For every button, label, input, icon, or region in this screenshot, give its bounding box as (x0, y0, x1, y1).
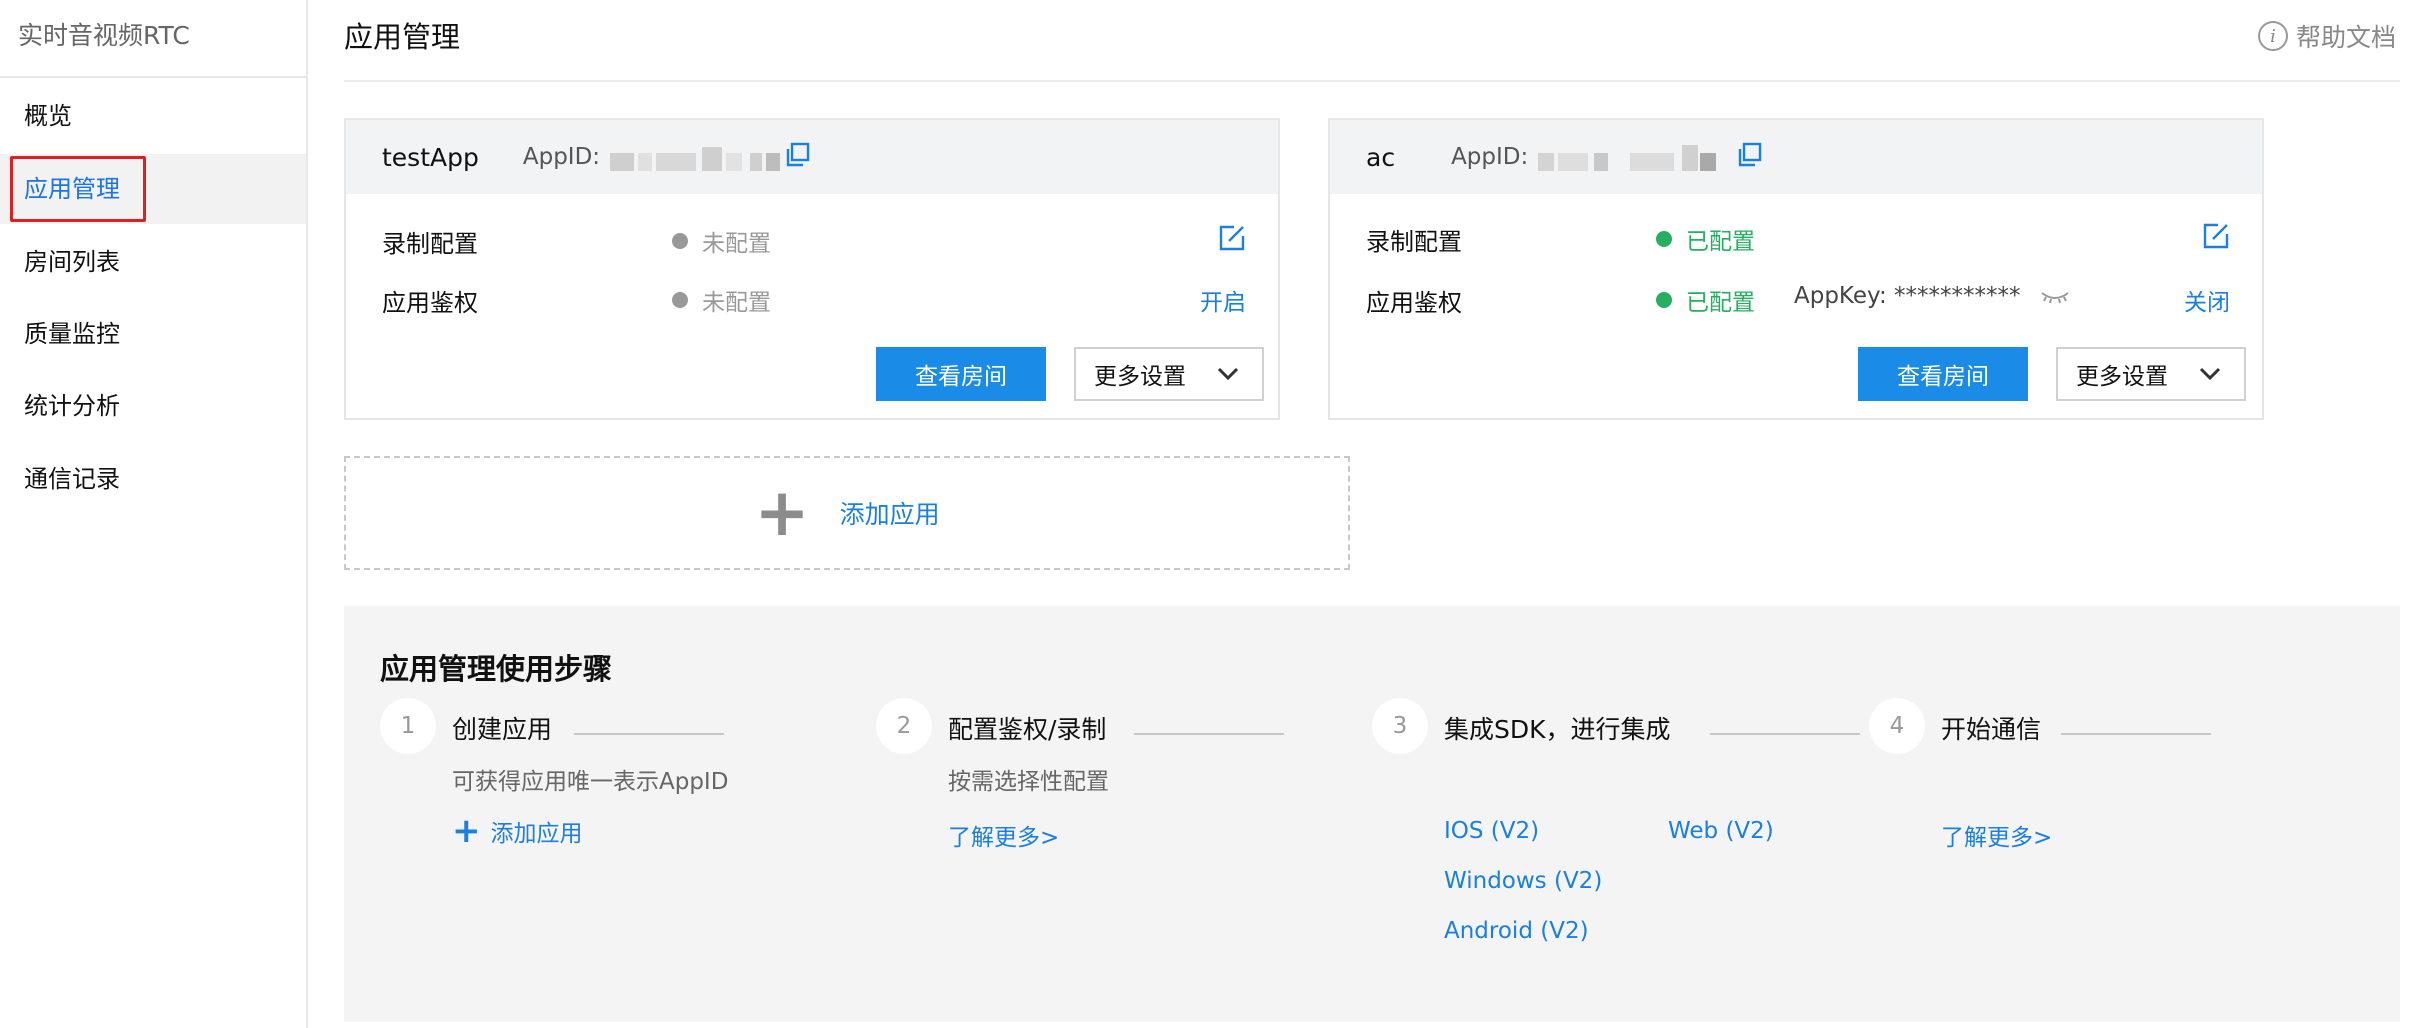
step-number: 3 (1372, 698, 1428, 754)
record-config-label: 录制配置 (1366, 228, 1462, 256)
disable-auth-link[interactable]: 关闭 (2184, 283, 2230, 317)
status-dot (672, 233, 688, 249)
step-title: 配置鉴权/录制 (948, 715, 1107, 744)
copy-icon[interactable] (1736, 142, 1762, 168)
more-settings-label: 更多设置 (1094, 364, 1186, 390)
sidebar-divider (0, 76, 306, 78)
app-card-header: testApp AppID: (346, 120, 1278, 194)
record-config-label: 录制配置 (382, 230, 478, 258)
auth-status-text: 未配置 (702, 290, 771, 316)
plus-icon: + (452, 811, 481, 851)
auth-status-text: 已配置 (1686, 290, 1755, 316)
edit-icon[interactable] (1218, 224, 1246, 252)
add-app-button[interactable]: + 添加应用 (344, 456, 1350, 570)
help-docs-label: 帮助文档 (2295, 23, 2396, 52)
step-connector (1134, 733, 1284, 735)
eye-closed-icon[interactable] (2040, 288, 2070, 306)
app-auth-label: 应用鉴权 (1366, 289, 1462, 317)
step-connector (1710, 733, 1860, 735)
step-number: 4 (1869, 698, 1925, 754)
appid-masked-value (1534, 143, 1718, 171)
sidebar: 实时音视频RTC 概览 应用管理 房间列表 质量监控 统计分析 通信记录 (0, 0, 308, 1028)
step-connector (2061, 733, 2211, 735)
learn-more-link[interactable]: 了解更多> (948, 818, 1059, 852)
appid-masked-value (606, 143, 790, 171)
view-rooms-button[interactable]: 查看房间 (1858, 347, 2028, 401)
add-app-step-label: 添加应用 (490, 821, 583, 847)
chevron-down-icon (1217, 367, 1239, 381)
windows-sdk-link[interactable]: Windows (V2) (1444, 868, 1602, 894)
android-sdk-link[interactable]: Android (V2) (1444, 918, 1589, 944)
app-name: ac (1366, 142, 1396, 172)
add-app-label: 添加应用 (839, 500, 940, 529)
sidebar-item-quality-monitor[interactable]: 质量监控 (0, 299, 306, 369)
more-settings-label: 更多设置 (2076, 364, 2168, 390)
app-card-header: ac AppID: (1330, 120, 2262, 194)
appid-label: AppID: (1451, 144, 1529, 170)
auth-status: 已配置 (1656, 283, 1755, 317)
step-title: 开始通信 (1941, 715, 2042, 744)
view-rooms-button[interactable]: 查看房间 (876, 347, 1046, 401)
app-card-testapp: testApp AppID: 录制配置 未配置 应用鉴权 未配置 开启 查看房间… (344, 118, 1280, 420)
record-status-text: 未配置 (702, 231, 771, 257)
enable-auth-link[interactable]: 开启 (1200, 283, 1246, 317)
record-status: 未配置 (672, 224, 771, 258)
sidebar-item-room-list[interactable]: 房间列表 (0, 227, 306, 297)
status-dot (1656, 292, 1672, 308)
header-divider (344, 80, 2400, 82)
app-card-ac: ac AppID: 录制配置 已配置 应用鉴权 已配置 AppKey: ****… (1328, 118, 2264, 420)
record-status: 已配置 (1656, 222, 1755, 256)
info-circle-icon: i (2257, 21, 2288, 51)
highlight-box (10, 156, 146, 222)
appkey-masked: AppKey: *********** (1794, 283, 2021, 309)
edit-icon[interactable] (2202, 222, 2230, 250)
step-desc: 可获得应用唯一表示AppID (452, 769, 729, 795)
learn-more-link[interactable]: 了解更多> (1941, 818, 2052, 852)
ios-sdk-link[interactable]: IOS (V2) (1444, 818, 1539, 844)
usage-steps-panel: 应用管理使用步骤 1 创建应用 可获得应用唯一表示AppID + 添加应用 2 … (344, 606, 2400, 1022)
record-status-text: 已配置 (1686, 229, 1755, 255)
step-connector (574, 733, 724, 735)
step-number: 2 (876, 698, 932, 754)
status-dot (1656, 231, 1672, 247)
app-name: testApp (382, 142, 479, 172)
page-title: 应用管理 (344, 20, 461, 54)
sidebar-item-overview[interactable]: 概览 (0, 81, 306, 151)
sidebar-item-call-records[interactable]: 通信记录 (0, 444, 306, 514)
chevron-down-icon (2199, 367, 2221, 381)
plus-icon: + (754, 474, 810, 551)
web-sdk-link[interactable]: Web (V2) (1668, 818, 1774, 844)
app-auth-label: 应用鉴权 (382, 289, 478, 317)
auth-status: 未配置 (672, 283, 771, 317)
sidebar-item-statistics[interactable]: 统计分析 (0, 371, 306, 441)
appid-label: AppID: (522, 144, 601, 170)
step-number: 1 (380, 698, 436, 754)
add-app-step-link[interactable]: + 添加应用 (452, 814, 583, 848)
help-docs-link[interactable]: i 帮助文档 (2257, 18, 2396, 54)
status-dot (672, 292, 688, 308)
more-settings-dropdown[interactable]: 更多设置 (2056, 347, 2246, 401)
steps-title: 应用管理使用步骤 (380, 652, 613, 686)
step-title: 创建应用 (452, 715, 553, 744)
step-title: 集成SDK，进行集成 (1444, 715, 1671, 744)
step-desc: 按需选择性配置 (948, 769, 1109, 795)
sidebar-title: 实时音视频RTC (18, 21, 190, 50)
copy-icon[interactable] (784, 142, 810, 168)
more-settings-dropdown[interactable]: 更多设置 (1074, 347, 1264, 401)
